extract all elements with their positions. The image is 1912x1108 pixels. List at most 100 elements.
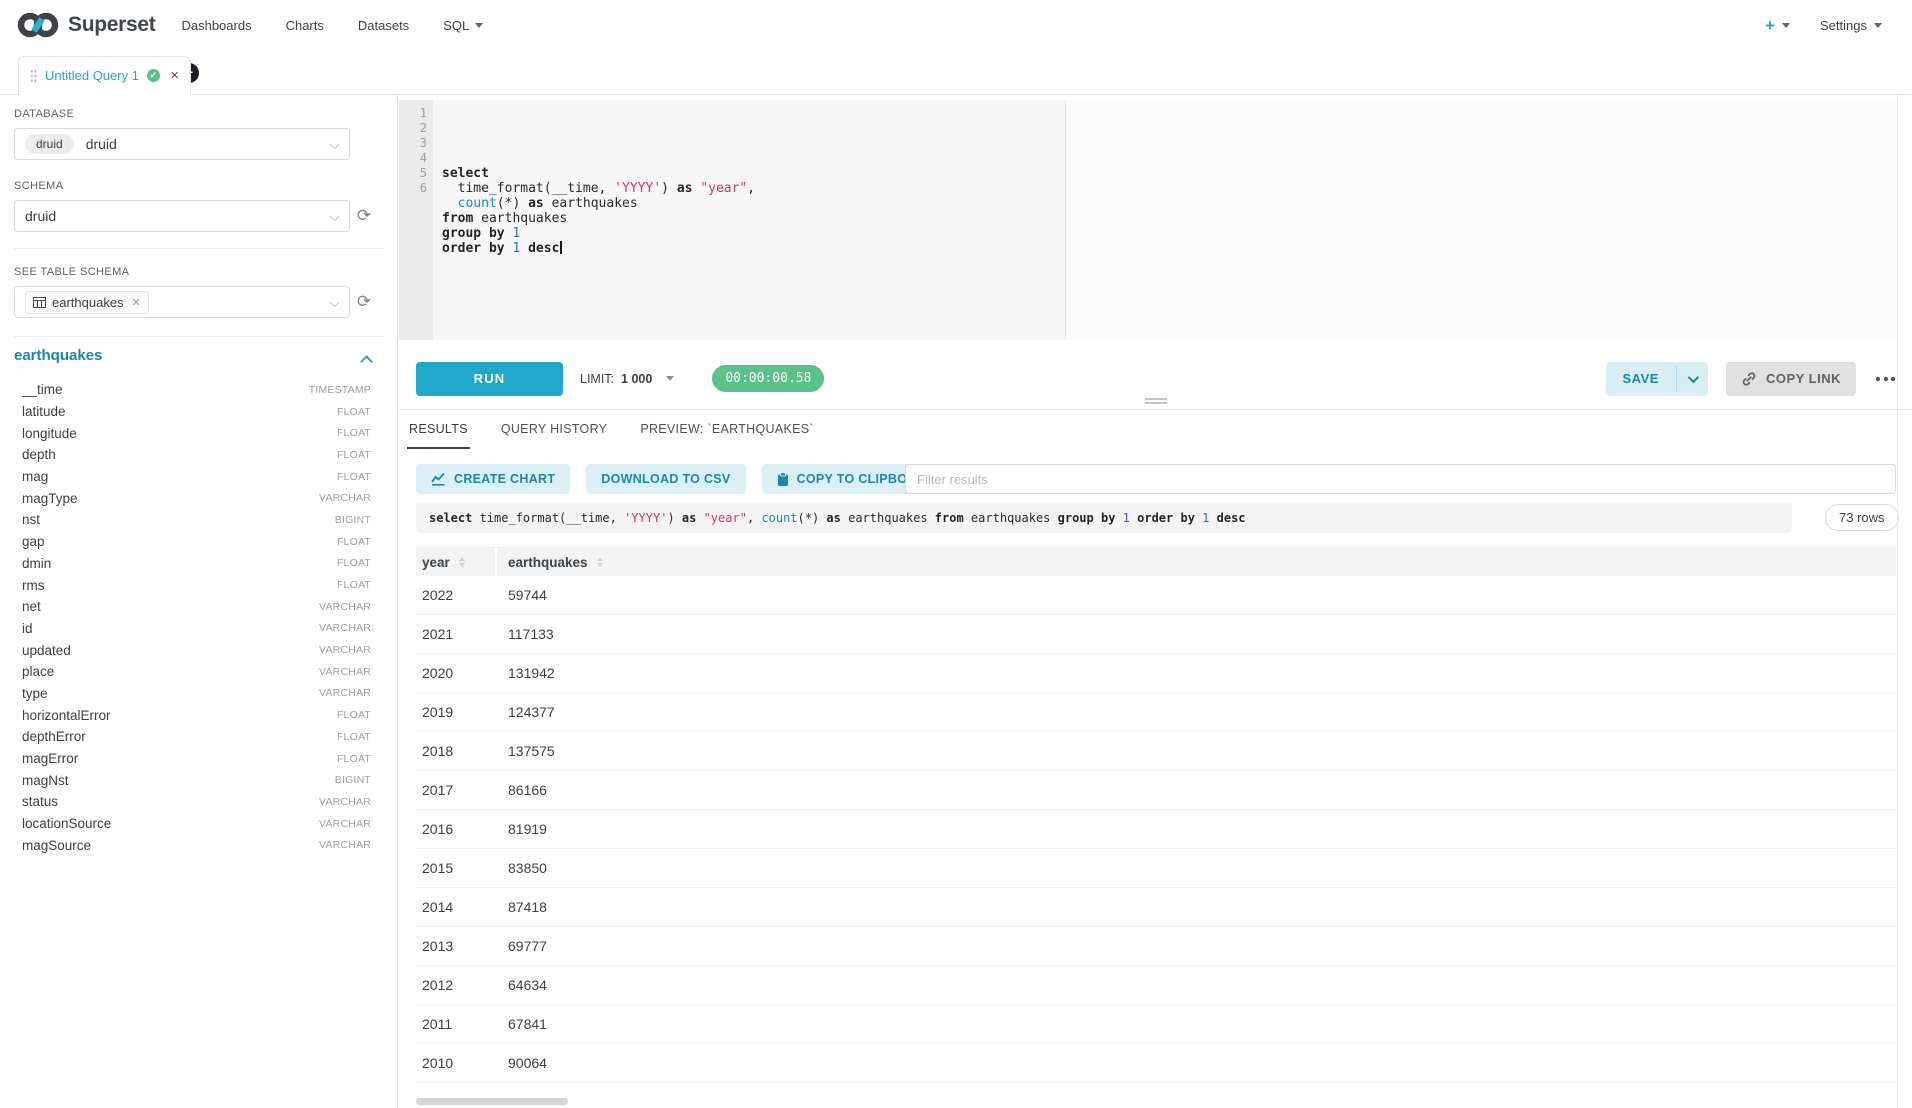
column-type: VARCHAR [319,644,371,656]
database-label: DATABASE [14,108,74,120]
refresh-schemas-icon[interactable]: ⟳ [353,205,375,227]
query-tab-strip: Untitled Query 1 ✓ ✕ + [0,50,1912,95]
more-actions-icon[interactable] [1874,373,1897,385]
column-name: id [22,621,319,636]
cell-earthquakes: 67841 [497,1016,1896,1032]
schema-select[interactable]: druid [14,200,350,232]
table-column-row: netVARCHAR [0,596,397,618]
column-type: VARCHAR [319,796,371,808]
table-column-row: magFLOAT [0,466,397,488]
sql-token: ) [667,511,681,525]
sql-token: (*) [497,196,528,211]
sql-token [1130,511,1137,525]
nav-item-dashboards[interactable]: Dashboards [181,18,251,33]
nav-item-datasets[interactable]: Datasets [358,18,409,33]
column-type: VARCHAR [319,818,371,830]
column-name: status [22,794,319,809]
sidebar-divider [14,336,385,337]
superset-logo[interactable]: Superset [16,10,155,40]
sql-code-editor[interactable]: 123456 select time_format(__time, 'YYYY'… [399,100,1897,340]
copy-link-button[interactable]: COPY LINK [1726,362,1856,396]
column-type: FLOAT [337,471,371,483]
refresh-tables-icon[interactable]: ⟳ [353,291,375,313]
table-column-row: __timeTIMESTAMP [0,379,397,401]
executed-query-summary: select time_format(__time, 'YYYY') as "y… [416,503,1792,533]
table-column-row: updatedVARCHAR [0,639,397,661]
column-name: place [22,664,319,679]
save-button[interactable]: SAVE [1606,362,1676,396]
table-select[interactable]: earthquakes ✕ [14,286,350,318]
code-line: select [442,166,1897,181]
results-tab-preview[interactable]: PREVIEW: `EARTHQUAKES` [638,411,816,449]
column-type: VARCHAR [319,601,371,613]
column-header-year[interactable]: year [416,548,497,576]
column-header-earthquakes[interactable]: earthquakes [497,548,1896,576]
cell-year: 2018 [416,743,497,759]
nav-item-charts[interactable]: Charts [286,18,324,33]
table-column-row: magNstBIGINT [0,769,397,791]
collapse-table-icon[interactable] [360,355,373,368]
column-type: FLOAT [337,709,371,721]
column-name: nst [22,512,335,527]
cell-year: 2014 [416,899,497,915]
sql-token: earthquakes [473,211,567,226]
cell-year: 2016 [416,821,497,837]
column-name: horizontalError [22,708,337,723]
gutter-line-number: 3 [399,136,427,151]
column-type: FLOAT [337,427,371,439]
sql-token: , [747,511,761,525]
chevron-down-icon [330,212,339,221]
pane-resize-handle[interactable] [1145,398,1167,406]
settings-menu[interactable]: Settings [1820,18,1882,33]
cell-year: 2020 [416,665,497,681]
table-column-row: longitudeFLOAT [0,422,397,444]
sql-token: 1 [512,226,520,241]
column-type: VARCHAR [319,492,371,504]
limit-dropdown[interactable]: LIMIT: 1 000 [580,372,674,386]
create-chart-button[interactable]: CREATE CHART [416,464,570,494]
nav-right: + Settings [1765,17,1896,34]
run-button[interactable]: RUN [416,362,563,396]
nav-item-sql[interactable]: SQL [443,18,483,33]
column-name: magError [22,751,337,766]
remove-table-icon[interactable]: ✕ [132,296,141,309]
cell-earthquakes: 69777 [497,938,1896,954]
column-name: rms [22,578,337,593]
sql-token [442,196,458,211]
editor-code[interactable]: select time_format(__time, 'YYYY') as "y… [433,100,1897,340]
database-select[interactable]: druid druid [14,128,350,160]
close-tab-icon[interactable]: ✕ [170,69,179,82]
cell-earthquakes: 87418 [497,899,1896,915]
query-tab[interactable]: Untitled Query 1 ✓ ✕ [18,56,191,95]
results-tab-query-history[interactable]: QUERY HISTORY [499,411,609,449]
selected-table-tag: earthquakes ✕ [25,291,149,314]
column-name: magSource [22,838,319,853]
cell-earthquakes: 83850 [497,860,1896,876]
query-tab-label: Untitled Query 1 [45,68,139,83]
column-type: VARCHAR [319,839,371,851]
column-name: locationSource [22,816,319,831]
cell-year: 2011 [416,1016,497,1032]
table-row: 201487418 [416,888,1896,927]
table-column-row: nstBIGINT [0,509,397,531]
horizontal-scrollbar[interactable] [416,1098,568,1105]
sidebar-divider [14,248,385,249]
save-options-button[interactable] [1677,362,1708,396]
sql-token: "year" [704,511,747,525]
filter-results-input[interactable] [905,464,1896,494]
sql-token [696,511,703,525]
code-line: count(*) as earthquakes [442,196,1897,211]
sql-token: group by [442,226,505,241]
column-name: __time [22,382,309,397]
sql-token: ) [661,181,677,196]
elapsed-time-badge: 00:00:00.58 [712,365,824,392]
table-row: 201583850 [416,849,1896,888]
text-cursor [560,241,562,254]
results-tab-results[interactable]: RESULTS [407,411,470,449]
cell-year: 2015 [416,860,497,876]
new-item-menu[interactable]: + [1765,17,1790,34]
download-csv-button[interactable]: DOWNLOAD TO CSV [586,464,745,494]
sql-token: 1 [1123,511,1130,525]
gutter-line-number: 2 [399,121,427,136]
cell-earthquakes: 137575 [497,743,1896,759]
